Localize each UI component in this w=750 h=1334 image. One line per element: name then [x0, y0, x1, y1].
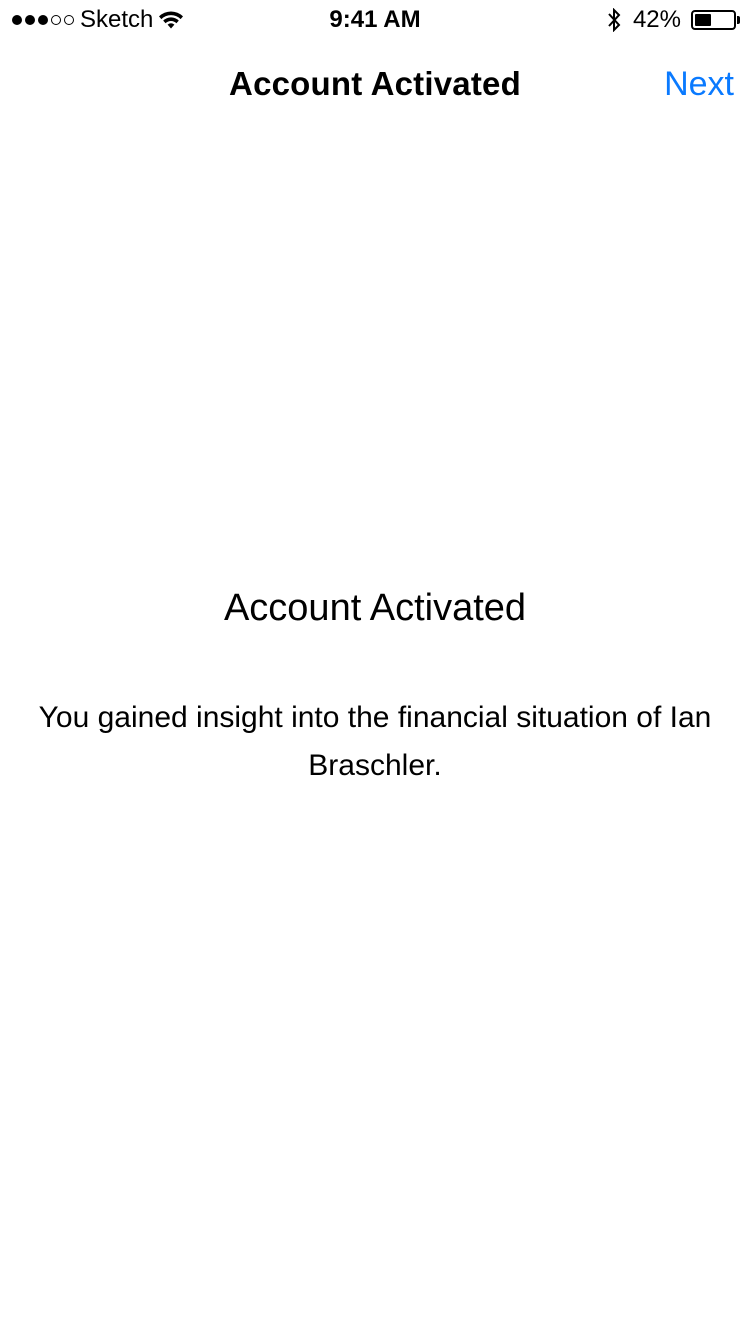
battery-cap [737, 16, 740, 24]
battery-icon [691, 10, 736, 30]
page-heading: Account Activated [223, 587, 527, 629]
status-bar: Sketch 9:41 AM 42% [0, 0, 750, 40]
nav-title: Account Activated [229, 65, 521, 102]
activation-message: You gained insight into the financial si… [38, 701, 712, 782]
bluetooth-icon [608, 8, 621, 32]
battery-percentage: 42% [632, 6, 681, 33]
status-right: 42% [607, 0, 740, 40]
battery-level-fill [695, 14, 711, 26]
next-button[interactable]: Next [664, 40, 734, 128]
navigation-bar: Account Activated Next [0, 40, 750, 128]
